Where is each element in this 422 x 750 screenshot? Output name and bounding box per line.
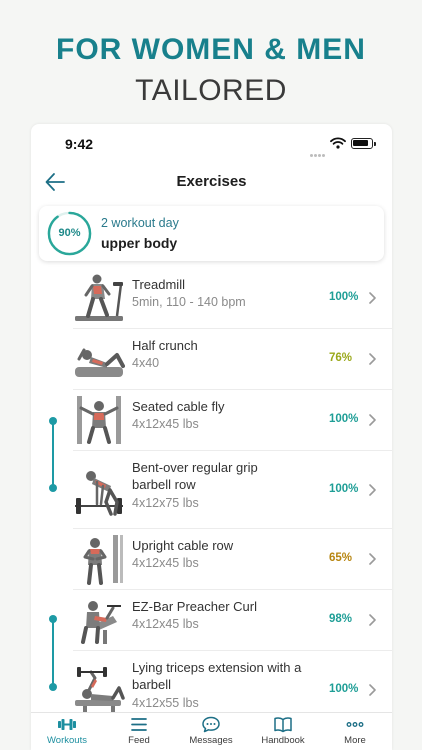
exercise-name: Treadmill <box>132 277 185 292</box>
tab-messages[interactable]: Messages <box>175 713 247 750</box>
superset-line <box>52 421 54 488</box>
wifi-icon <box>330 137 346 149</box>
exercise-detail: 4x40 <box>132 356 160 370</box>
treadmill-image <box>75 274 123 321</box>
status-bar: 9:42 <box>31 124 392 164</box>
promo-title: FOR WOMEN & MEN <box>56 33 366 66</box>
page-title: Exercises <box>176 173 247 190</box>
half-crunch-image <box>75 348 125 377</box>
tab-label: Handbook <box>261 735 305 746</box>
exercise-name: Upright cable row <box>132 538 234 553</box>
phone-screen: 9:42 Exercises 90% 2 workout day upper b… <box>31 124 392 750</box>
superset-connector <box>49 417 57 492</box>
signal-icon <box>310 144 326 162</box>
superset-line <box>52 619 54 687</box>
exercise-name: EZ-Bar Preacher Curl <box>132 599 257 614</box>
exercise-percent: 76% <box>329 352 353 364</box>
chevron-right-icon <box>369 292 376 304</box>
exercise-percent: 100% <box>329 483 359 495</box>
tab-bar: Workouts Feed Messages Handbook More <box>31 712 392 750</box>
superset-connector <box>49 615 57 691</box>
chevron-right-icon <box>369 353 376 365</box>
seated-cable-fly-image <box>77 396 121 444</box>
exercise-detail: 4x12x75 lbs <box>132 496 199 510</box>
more-icon <box>346 722 364 727</box>
tab-feed[interactable]: Feed <box>103 713 175 750</box>
exercise-row[interactable]: Upright cable row 4x12x45 lbs 65% <box>31 529 392 590</box>
preacher-curl-image <box>81 601 121 644</box>
lying-triceps-extension-image <box>75 667 125 714</box>
exercise-detail: 4x12x45 lbs <box>132 417 199 431</box>
tab-workouts[interactable]: Workouts <box>31 713 103 750</box>
chevron-right-icon <box>369 553 376 565</box>
workout-day-name: upper body <box>101 235 178 251</box>
status-time: 9:42 <box>65 136 94 152</box>
exercise-detail: 4x12x55 lbs <box>132 696 199 710</box>
exercise-row[interactable]: Treadmill 5min, 110 - 140 bpm 100% <box>31 268 392 329</box>
tab-label: Messages <box>189 735 233 746</box>
dumbbell-icon <box>58 719 76 730</box>
exercise-list: Treadmill 5min, 110 - 140 bpm 100% Half … <box>31 268 392 729</box>
exercise-percent: 100% <box>329 291 359 303</box>
exercise-name: Lying triceps extension with a barbell <box>132 660 302 692</box>
exercise-detail: 4x12x45 lbs <box>132 617 199 631</box>
exercise-percent: 100% <box>329 683 359 695</box>
tab-more[interactable]: More <box>319 713 391 750</box>
exercise-percent: 65% <box>329 552 353 564</box>
chevron-right-icon <box>369 684 376 696</box>
tab-label: More <box>344 735 366 746</box>
exercise-percent: 98% <box>329 613 353 625</box>
exercise-detail: 5min, 110 - 140 bpm <box>132 295 246 309</box>
messages-icon <box>202 716 220 733</box>
upright-cable-row-image <box>83 535 123 585</box>
exercise-name: Bent-over regular grip barbell row <box>132 460 258 492</box>
feed-icon <box>131 718 147 731</box>
exercise-row[interactable]: Seated cable fly 4x12x45 lbs 100% <box>31 390 392 451</box>
exercise-percent: 100% <box>329 413 359 425</box>
promo-subtitle: TAILORED <box>135 74 287 107</box>
workout-day-label: 2 workout day <box>101 216 179 230</box>
exercise-detail: 4x12x45 lbs <box>132 556 199 570</box>
battery-icon <box>351 138 376 149</box>
handbook-icon <box>274 717 292 733</box>
tab-handbook[interactable]: Handbook <box>247 713 319 750</box>
exercise-row[interactable]: EZ-Bar Preacher Curl 4x12x45 lbs 98% <box>31 590 392 651</box>
exercise-name: Half crunch <box>132 338 198 353</box>
exercise-name: Seated cable fly <box>132 399 225 414</box>
superset-dot <box>49 484 57 492</box>
chevron-right-icon <box>369 614 376 626</box>
workout-day-card[interactable]: 90% 2 workout day upper body <box>39 206 384 261</box>
chevron-right-icon <box>369 484 376 496</box>
nav-bar: Exercises <box>31 164 392 200</box>
progress-percent: 90% <box>58 227 81 239</box>
tab-label: Feed <box>128 735 150 746</box>
promo-banner: FOR WOMEN & MEN TAILORED <box>0 30 422 110</box>
tab-label: Workouts <box>47 735 87 746</box>
superset-dot <box>49 683 57 691</box>
exercise-row[interactable]: Half crunch 4x40 76% <box>31 329 392 390</box>
chevron-right-icon <box>369 414 376 426</box>
exercise-row[interactable]: Bent-over regular grip barbell row 4x12x… <box>31 451 392 529</box>
barbell-row-image <box>75 471 123 516</box>
